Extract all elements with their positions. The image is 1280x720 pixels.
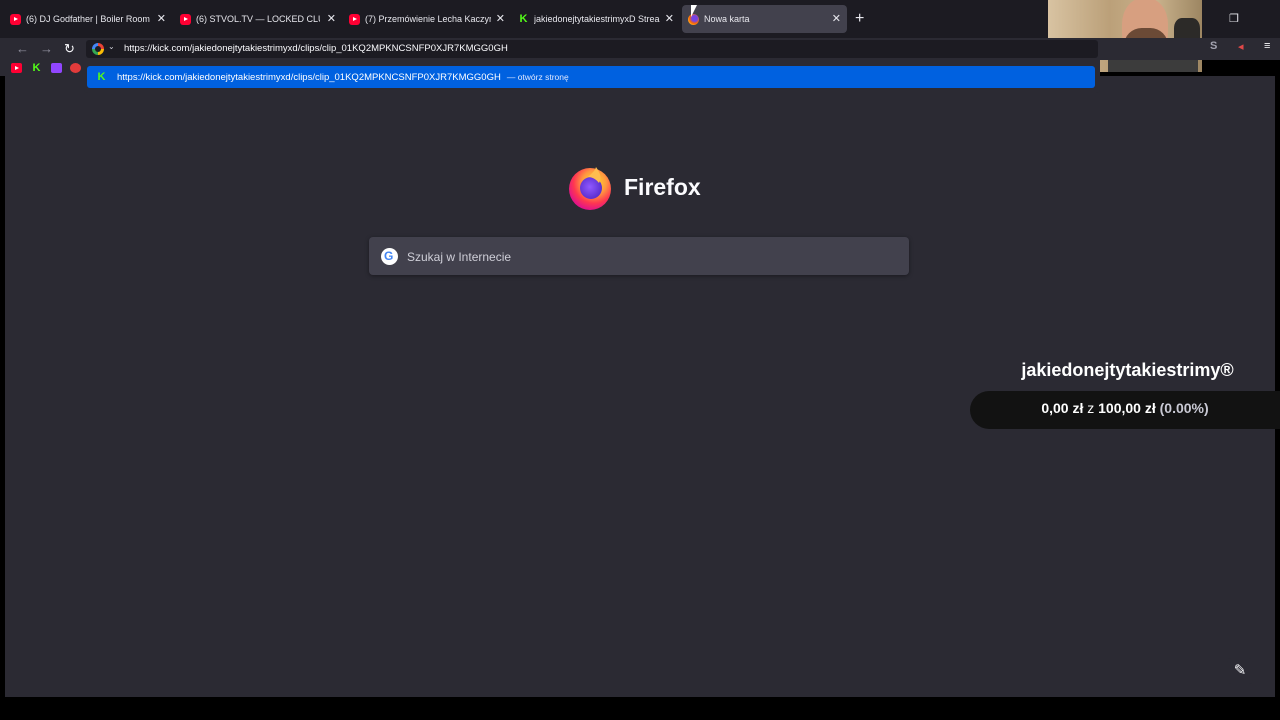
firefox-branding: Firefox bbox=[566, 163, 701, 211]
close-tab-icon[interactable]: ✕ bbox=[496, 12, 505, 25]
tab-new-tab[interactable]: Nowa karta ✕ bbox=[682, 5, 847, 33]
search-input[interactable] bbox=[405, 246, 889, 268]
navigation-toolbar: ← → ↻ ⌄ https://kick.com/jakiedonejtytak… bbox=[0, 38, 1280, 60]
close-tab-icon[interactable]: ✕ bbox=[832, 12, 841, 25]
kick-bookmark-icon[interactable]: K bbox=[31, 63, 42, 74]
web-search-box[interactable] bbox=[369, 237, 909, 275]
goal-amount: 0,00 zł bbox=[1041, 400, 1084, 416]
mouse-cursor bbox=[691, 5, 697, 17]
google-search-engine-icon[interactable] bbox=[92, 43, 104, 55]
youtube-icon bbox=[349, 13, 360, 25]
address-input[interactable]: https://kick.com/jakiedonejtytakiestrimy… bbox=[124, 43, 508, 54]
tab-przemowienie[interactable]: (7) Przemówienie Lecha Kaczyń ✕ bbox=[349, 5, 507, 33]
suggestion-action: — otwórz stronę bbox=[506, 72, 569, 82]
tab-title: (7) Przemówienie Lecha Kaczyń bbox=[365, 14, 491, 24]
address-bar[interactable]: ⌄ https://kick.com/jakiedonejtytakiestri… bbox=[86, 40, 1098, 58]
tab-kick-stream[interactable]: K jakiedonejtytakiestrimyxD Strea ✕ bbox=[518, 5, 676, 33]
back-arrow-icon[interactable]: ← bbox=[16, 41, 29, 56]
extension-s-icon[interactable]: S bbox=[1210, 40, 1217, 54]
goal-percent: (0.00%) bbox=[1159, 400, 1209, 416]
stream-goal-title: jakiedonejtytakiestrimy® bbox=[1021, 360, 1234, 380]
extension-icon[interactable]: ◂ bbox=[1238, 40, 1244, 54]
bookmarks-toolbar: K bbox=[0, 60, 90, 76]
youtube-bookmark-icon[interactable] bbox=[11, 63, 22, 73]
tab-dj-godfather[interactable]: (6) DJ Godfather | Boiler Room ✕ bbox=[10, 5, 168, 33]
suggestion-url: https://kick.com/jakiedonejtytakiestrimy… bbox=[117, 71, 501, 83]
customize-pencil-icon[interactable]: ✎ bbox=[1227, 658, 1253, 684]
close-tab-icon[interactable]: ✕ bbox=[327, 12, 336, 25]
close-tab-icon[interactable]: ✕ bbox=[665, 12, 674, 25]
close-tab-icon[interactable]: ✕ bbox=[157, 12, 166, 25]
twitch-bookmark-icon[interactable] bbox=[51, 63, 62, 73]
urlbar-dropdown: K https://kick.com/jakiedonejtytakiestri… bbox=[84, 60, 1100, 93]
youtube-icon bbox=[10, 13, 21, 25]
google-icon bbox=[381, 248, 398, 265]
tab-title: (6) DJ Godfather | Boiler Room bbox=[26, 14, 150, 24]
goal-separator: z bbox=[1087, 400, 1095, 416]
tab-title: jakiedonejtytakiestrimyxD Strea bbox=[534, 14, 660, 24]
tab-stvol[interactable]: (6) STVOL.TV — LOCKED CLUB ✕ bbox=[180, 5, 338, 33]
kick-icon: K bbox=[97, 70, 106, 83]
restore-window-icon[interactable]: ❐ bbox=[1229, 12, 1239, 25]
goal-target: 100,00 zł bbox=[1098, 400, 1156, 416]
url-suggestion[interactable]: K https://kick.com/jakiedonejtytakiestri… bbox=[87, 66, 1095, 88]
stream-goal-text: 0,00 zł z 100,00 zł (0.00%) bbox=[1010, 400, 1240, 416]
youtube-icon bbox=[180, 13, 191, 25]
kick-icon: K bbox=[519, 12, 528, 25]
firefox-wordmark: Firefox bbox=[624, 173, 701, 200]
bookmark-icon[interactable] bbox=[70, 63, 81, 73]
chevron-down-icon[interactable]: ⌄ bbox=[108, 42, 115, 51]
reload-icon[interactable]: ↻ bbox=[64, 41, 75, 57]
streamer-shirt bbox=[1108, 58, 1198, 72]
forward-arrow-icon[interactable]: → bbox=[40, 41, 53, 56]
menu-hamburger-icon[interactable]: ≡ bbox=[1264, 40, 1270, 54]
tab-title: (6) STVOL.TV — LOCKED CLUB bbox=[196, 14, 320, 24]
firefox-logo-icon bbox=[569, 167, 611, 210]
tab-title: Nowa karta bbox=[704, 14, 750, 24]
new-tab-plus-icon[interactable]: + bbox=[855, 10, 864, 28]
